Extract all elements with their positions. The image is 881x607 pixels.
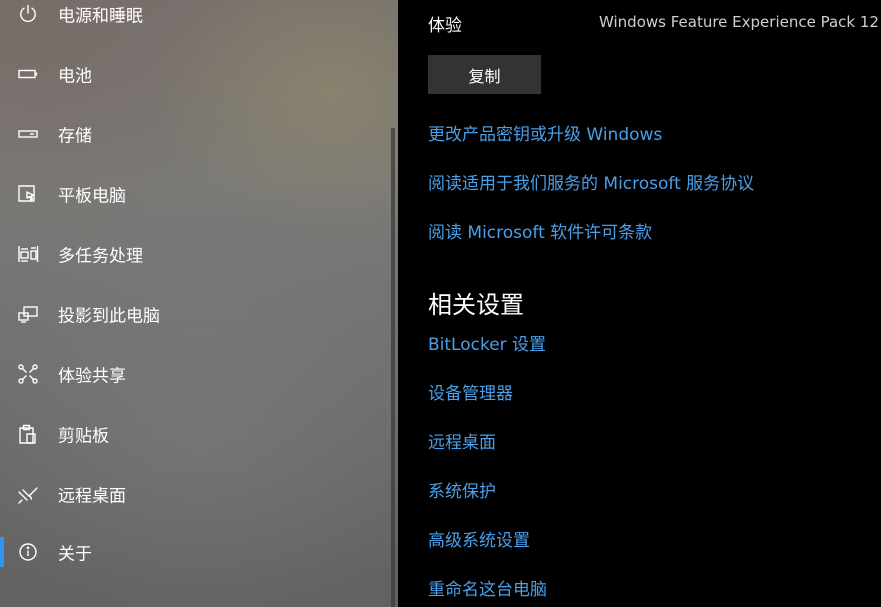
sidebar-item-label: 电池: [58, 66, 92, 87]
spec-experience-value: Windows Feature Experience Pack 12: [599, 13, 879, 31]
storage-icon: [17, 123, 39, 145]
bitlocker-settings-link[interactable]: BitLocker 设置: [428, 330, 546, 355]
sidebar-item-about[interactable]: 关于: [0, 522, 390, 582]
change-product-key-link[interactable]: 更改产品密钥或升级 Windows: [428, 120, 662, 145]
remote-desktop-icon: [17, 483, 39, 505]
sidebar-item-storage[interactable]: 存储: [0, 104, 390, 164]
selected-indicator: [0, 537, 4, 567]
spec-experience-label: 体验: [428, 16, 462, 36]
sidebar-item-project-to-pc[interactable]: 投影到此电脑: [0, 284, 390, 344]
project-to-pc-icon: [17, 303, 39, 325]
sidebar-item-shared-experiences[interactable]: 体验共享: [0, 344, 390, 404]
sidebar-item-label: 投影到此电脑: [58, 306, 160, 327]
device-manager-link[interactable]: 设备管理器: [428, 379, 513, 404]
main-content: 体验 Windows Feature Experience Pack 12 复制…: [398, 0, 881, 607]
rename-pc-link[interactable]: 重命名这台电脑: [428, 575, 547, 600]
remote-desktop-link[interactable]: 远程桌面: [428, 428, 496, 453]
copy-button[interactable]: 复制: [428, 55, 541, 94]
clipboard-icon: [17, 423, 39, 445]
sidebar-item-label: 平板电脑: [58, 186, 126, 207]
settings-window: 电源和睡眠 电池 存储 平板电脑 多任务处理 投影到此电脑 体验共享 剪贴板 远…: [0, 0, 881, 607]
sidebar-item-remote-desktop[interactable]: 远程桌面: [0, 464, 390, 524]
info-icon: [17, 541, 39, 563]
sidebar-item-label: 存储: [58, 126, 92, 147]
shared-experiences-icon: [17, 363, 39, 385]
related-settings-heading: 相关设置: [428, 291, 524, 319]
multitasking-icon: [17, 243, 39, 265]
sidebar: 电源和睡眠 电池 存储 平板电脑 多任务处理 投影到此电脑 体验共享 剪贴板 远…: [0, 0, 398, 607]
sidebar-item-clipboard[interactable]: 剪贴板: [0, 404, 390, 464]
sidebar-item-label: 剪贴板: [58, 426, 109, 447]
sidebar-scrollbar[interactable]: [391, 128, 395, 607]
power-icon: [17, 3, 39, 25]
sidebar-item-power-sleep[interactable]: 电源和睡眠: [0, 0, 390, 44]
sidebar-item-label: 多任务处理: [58, 246, 143, 267]
services-agreement-link[interactable]: 阅读适用于我们服务的 Microsoft 服务协议: [428, 169, 754, 194]
sidebar-item-label: 电源和睡眠: [58, 6, 143, 27]
license-terms-link[interactable]: 阅读 Microsoft 软件许可条款: [428, 218, 652, 243]
sidebar-item-label: 体验共享: [58, 366, 126, 387]
sidebar-item-multitasking[interactable]: 多任务处理: [0, 224, 390, 284]
sidebar-item-label: 关于: [58, 544, 92, 565]
sidebar-item-battery[interactable]: 电池: [0, 44, 390, 104]
system-protection-link[interactable]: 系统保护: [428, 477, 496, 502]
battery-icon: [17, 63, 39, 85]
tablet-mode-icon: [17, 183, 39, 205]
sidebar-item-tablet[interactable]: 平板电脑: [0, 164, 390, 224]
sidebar-item-label: 远程桌面: [58, 486, 126, 507]
advanced-system-settings-link[interactable]: 高级系统设置: [428, 526, 530, 551]
